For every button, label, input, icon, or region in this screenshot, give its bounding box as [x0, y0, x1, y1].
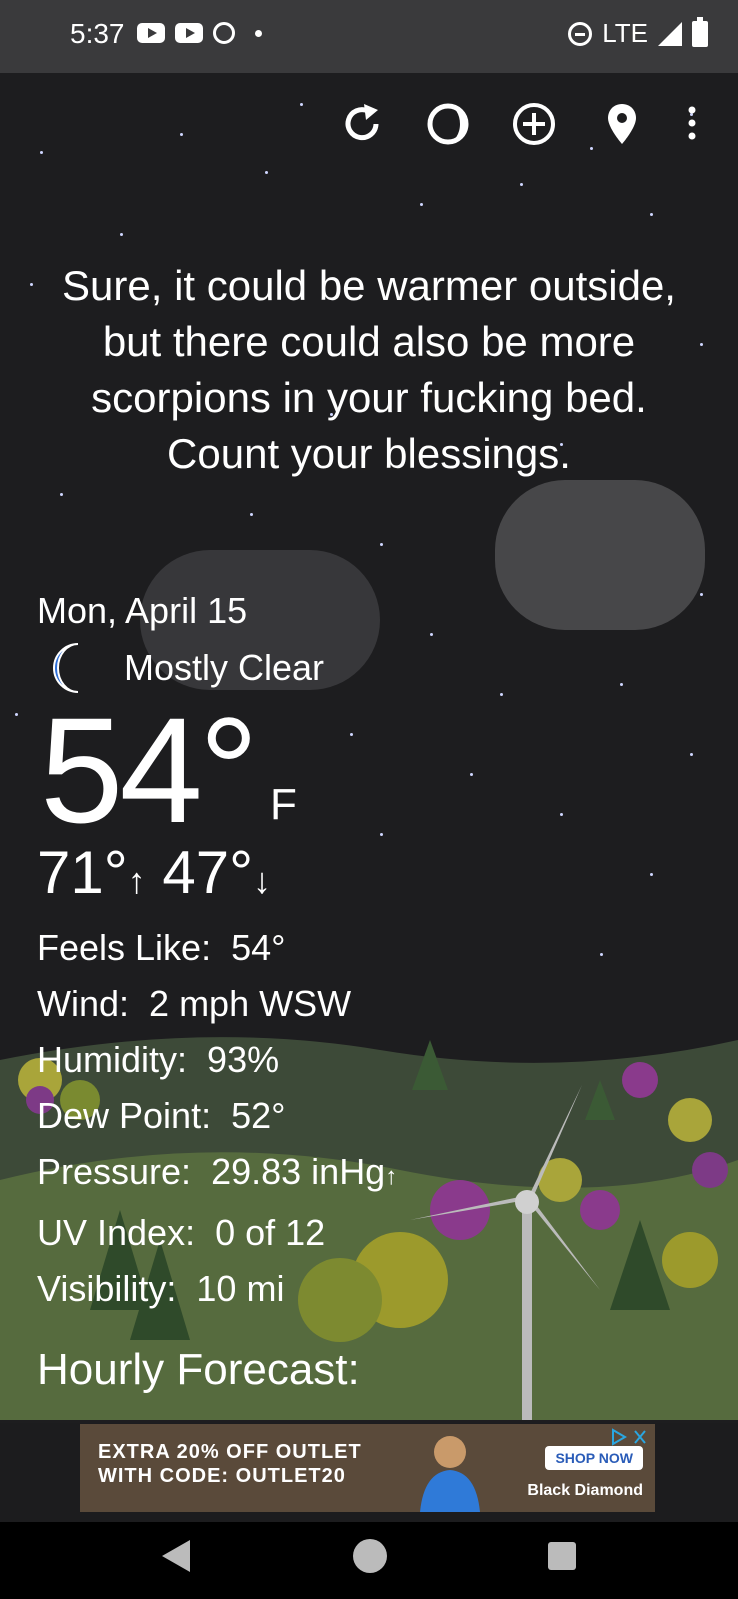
refresh-icon[interactable]	[338, 100, 386, 148]
arrow-down-icon: ↓	[253, 860, 272, 901]
high-temp: 71°	[37, 839, 128, 906]
recent-apps-icon[interactable]	[548, 1542, 576, 1570]
weather-details: Feels Like: 54° Wind: 2 mph WSW Humidity…	[37, 920, 397, 1317]
moon-phase-icon[interactable]	[424, 100, 472, 148]
youtube-icon	[137, 23, 165, 43]
toolbar	[0, 100, 738, 150]
current-temperature: 54°	[40, 686, 259, 854]
detail-pressure: Pressure: 29.83 inHg↑	[37, 1151, 398, 1192]
snarky-quote: Sure, it could be warmer outside, but th…	[62, 262, 676, 477]
detail-humidity: Humidity: 93%	[37, 1039, 280, 1080]
current-date: Mon, April 15	[37, 590, 248, 631]
detail-dew-point: Dew Point: 52°	[37, 1095, 286, 1136]
condition-text: Mostly Clear	[124, 647, 325, 688]
more-notifications-dot-icon	[255, 29, 262, 37]
do-not-disturb-icon	[568, 21, 593, 46]
cloud	[495, 480, 705, 630]
detail-visibility: Visibility: 10 mi	[37, 1268, 285, 1309]
notification-icons	[137, 22, 262, 44]
temperature-unit: F	[270, 780, 297, 829]
hourly-forecast-heading: Hourly Forecast:	[37, 1345, 360, 1394]
ad-brand: Black Diamond	[527, 1482, 643, 1499]
low-temp: 47°	[162, 839, 254, 906]
network-type: LTE	[602, 18, 648, 48]
pressure-trend-icon: ↑	[385, 1163, 398, 1190]
ad-banner[interactable]: EXTRA 20% OFF OUTLET WITH CODE: OUTLET20…	[80, 1424, 655, 1512]
detail-uv-index: UV Index: 0 of 12	[37, 1212, 326, 1253]
arrow-up-icon: ↑	[127, 860, 146, 901]
status-time: 5:37	[70, 18, 125, 49]
detail-feels-like: Feels Like: 54°	[37, 927, 286, 968]
ad-text: EXTRA 20% OFF OUTLET WITH CODE: OUTLET20	[98, 1441, 362, 1487]
location-pin-icon[interactable]	[598, 100, 646, 148]
signal-icon	[658, 21, 682, 46]
battery-icon	[692, 16, 708, 47]
youtube-icon	[175, 23, 203, 43]
home-icon[interactable]	[353, 1539, 387, 1573]
alarm-icon	[213, 22, 235, 44]
ad-shop-now-button[interactable]: SHOP NOW	[545, 1446, 643, 1470]
add-location-icon[interactable]	[510, 100, 558, 148]
more-icon[interactable]	[688, 106, 696, 140]
detail-wind: Wind: 2 mph WSW	[37, 983, 352, 1024]
high-low: 71°↑ 47°↓	[37, 838, 271, 907]
ad-person-image	[420, 1436, 480, 1512]
back-icon[interactable]	[162, 1540, 190, 1572]
ad-close-icon[interactable]	[609, 1428, 649, 1446]
system-status: LTE	[568, 16, 708, 49]
status-bar: 5:37 LTE	[0, 0, 738, 73]
